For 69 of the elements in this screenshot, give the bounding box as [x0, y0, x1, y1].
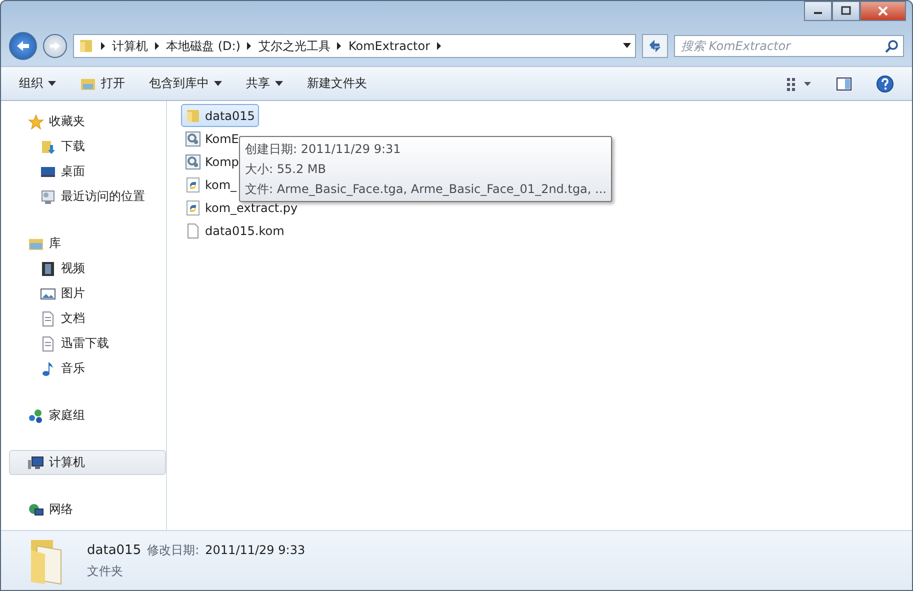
- breadcrumb[interactable]: 艾尔之光工具: [258, 38, 330, 54]
- tooltip: 创建日期: 2011/11/29 9:31 大小: 55.2 MB 文件: Arme_Basic_Face.tga, Arme_Basic_Face_01_2nd.tga, ...: [239, 136, 612, 202]
- arrow-right-icon: [49, 41, 61, 51]
- toolbar-button[interactable]: 包含到库中: [139, 71, 232, 96]
- sidebar-item[interactable]: 下载: [9, 134, 166, 159]
- breadcrumb[interactable]: 本地磁盘 (D:): [166, 38, 240, 54]
- caret-icon: [336, 42, 342, 50]
- pane-icon: [836, 76, 852, 90]
- music-note-icon: [40, 360, 56, 376]
- caret-icon: [246, 42, 252, 50]
- python-file-icon: [185, 176, 201, 192]
- close-icon[interactable]: [876, 5, 890, 17]
- caret-icon: [214, 81, 222, 86]
- python-file-icon: [185, 200, 201, 216]
- search-icon: [885, 39, 899, 53]
- toolbar-button[interactable]: 组织: [9, 71, 66, 96]
- sidebar-item[interactable]: 最近访问的位置: [9, 184, 166, 209]
- sidebar-item[interactable]: 家庭组: [9, 403, 166, 428]
- sidebar-item[interactable]: 音乐: [9, 356, 166, 381]
- sidebar-item[interactable]: 桌面: [9, 159, 166, 184]
- breadcrumb[interactable]: 计算机: [112, 38, 148, 54]
- toolbar-button[interactable]: 打开: [70, 71, 135, 96]
- folder-icon: [185, 108, 201, 124]
- refresh-icon: [648, 39, 662, 53]
- sidebar-item[interactable]: 收藏夹: [9, 109, 166, 134]
- maximize-icon[interactable]: [839, 5, 853, 17]
- breadcrumb[interactable]: KomExtractor: [348, 39, 430, 53]
- help-icon: [876, 74, 894, 92]
- file-icon: [185, 222, 201, 238]
- document-icon: [40, 310, 56, 326]
- back-button[interactable]: [9, 32, 37, 60]
- modified-label: 修改日期:: [147, 542, 200, 558]
- sidebar-item[interactable]: 库: [9, 231, 166, 256]
- sidebar-item[interactable]: 网络: [9, 497, 166, 522]
- homegroup-icon: [28, 408, 44, 424]
- file-item[interactable]: data015: [181, 104, 259, 127]
- sidebar-item[interactable]: 图片: [9, 281, 166, 306]
- dropdown-icon[interactable]: [623, 43, 631, 49]
- picture-icon: [40, 286, 56, 302]
- toolbar-button[interactable]: 新建文件夹: [297, 71, 377, 96]
- film-icon: [40, 260, 56, 276]
- document-icon: [40, 336, 56, 352]
- recent-places-icon: [40, 188, 56, 204]
- folder-icon: [78, 38, 94, 54]
- file-type: 文件夹: [87, 562, 124, 580]
- sidebar-item[interactable]: 迅雷下载: [9, 331, 166, 356]
- address-bar[interactable]: 计算机 本地磁盘 (D:) 艾尔之光工具 KomExtractor: [73, 34, 636, 58]
- file-name: data015: [87, 542, 142, 558]
- arrow-left-icon: [16, 40, 30, 52]
- sidebar-item[interactable]: 文档: [9, 306, 166, 331]
- caret-icon: [154, 42, 160, 50]
- file-item[interactable]: data015.kom: [181, 219, 288, 242]
- caret-icon: [48, 81, 56, 86]
- sidebar-item[interactable]: 视频: [9, 256, 166, 281]
- caret-icon: [100, 42, 106, 50]
- network-icon: [28, 502, 44, 518]
- file-item[interactable]: kom_: [181, 173, 241, 196]
- refresh-button[interactable]: [642, 34, 668, 58]
- view-grid-icon: [786, 76, 812, 90]
- sidebar-item[interactable]: 计算机: [9, 450, 166, 475]
- download-folder-icon: [40, 138, 56, 154]
- search-field[interactable]: 搜索 KomExtractor: [674, 35, 904, 57]
- forward-button[interactable]: [43, 34, 67, 58]
- star-icon: [28, 114, 44, 130]
- toolbar-button[interactable]: 共享: [236, 71, 293, 96]
- modified-date: 2011/11/29 9:33: [205, 542, 306, 556]
- computer-icon: [28, 454, 44, 470]
- caret-icon: [275, 81, 283, 86]
- caret-icon: [436, 42, 442, 50]
